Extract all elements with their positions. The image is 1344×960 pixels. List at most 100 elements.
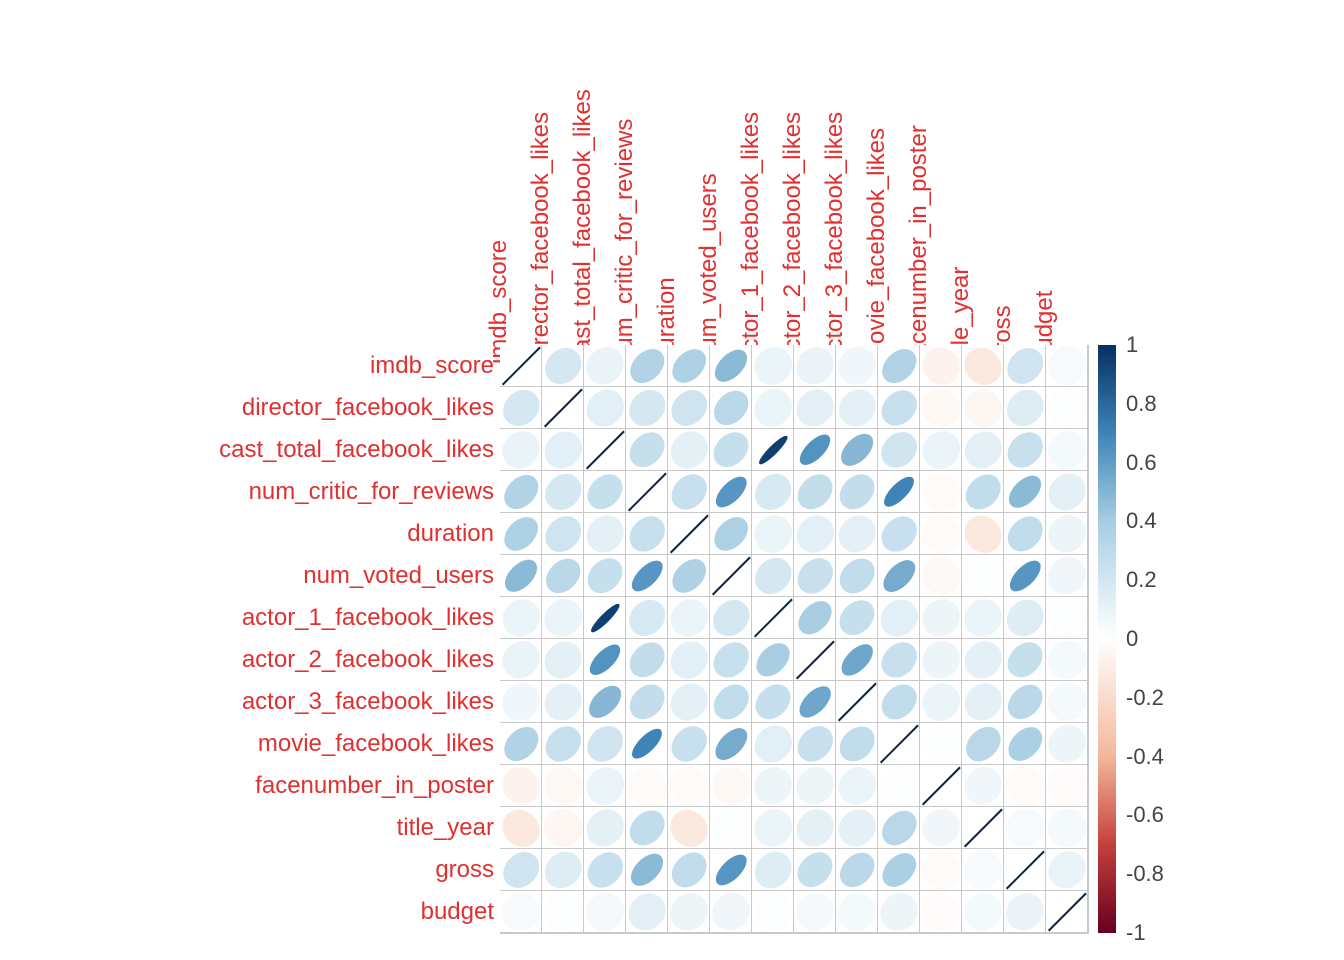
corr-ellipse (707, 384, 755, 432)
corr-ellipse (704, 885, 757, 938)
corr-ellipse (662, 885, 715, 938)
corr-cell (1046, 387, 1088, 429)
corr-cell (542, 513, 584, 555)
column-label: actor_1_facebook_likes (739, 112, 763, 364)
corr-ellipse (620, 759, 674, 813)
corr-ellipse (709, 344, 753, 388)
corr-cell (752, 681, 794, 723)
corr-ellipse (536, 801, 590, 855)
corr-ellipse (830, 885, 884, 939)
corr-cell (500, 765, 542, 807)
corr-cell (584, 807, 626, 849)
corr-ellipse (914, 843, 968, 897)
corr-cell (752, 555, 794, 597)
row-label: cast_total_facebook_likes (0, 438, 494, 462)
corr-ellipse (914, 465, 968, 519)
corr-ellipse (913, 884, 967, 938)
corr-cell (920, 345, 962, 387)
corr-ellipse (746, 339, 799, 392)
corr-cell (878, 765, 920, 807)
diagonal-line (879, 724, 917, 762)
corr-cell (626, 849, 668, 891)
corr-ellipse (706, 635, 755, 684)
corr-cell (794, 555, 836, 597)
corr-ellipse (537, 634, 589, 686)
corr-cell (710, 429, 752, 471)
colorbar-tick-label: 0 (1126, 628, 1138, 650)
corr-cell (626, 345, 668, 387)
corr-cell (584, 681, 626, 723)
corr-cell (542, 471, 584, 513)
corr-cell (626, 555, 668, 597)
corr-ellipse (535, 884, 589, 938)
colorbar-tick-label: -0.4 (1126, 746, 1164, 768)
corr-ellipse (662, 591, 715, 644)
corr-cell (878, 639, 920, 681)
corr-ellipse (788, 885, 842, 939)
corr-ellipse (578, 759, 631, 812)
corr-ellipse (1040, 339, 1094, 393)
corr-ellipse (704, 759, 758, 813)
corr-ellipse (663, 634, 715, 686)
corr-ellipse (879, 472, 918, 511)
corr-cell (836, 849, 878, 891)
corr-cell (542, 765, 584, 807)
corr-ellipse (747, 550, 797, 600)
corr-cell (1004, 891, 1046, 933)
corr-ellipse (746, 759, 799, 812)
corr-cell (752, 471, 794, 513)
corr-cell (1004, 513, 1046, 555)
corr-cell (500, 429, 542, 471)
corr-cell (962, 597, 1004, 639)
corr-cell (500, 513, 542, 555)
corr-cell (836, 807, 878, 849)
corr-ellipse (703, 800, 757, 854)
corr-cell (836, 723, 878, 765)
corr-ellipse (497, 468, 544, 515)
corr-cell (668, 639, 710, 681)
corr-ellipse (537, 466, 587, 516)
colorbar-tick-label: 0.6 (1126, 452, 1157, 474)
corr-ellipse (580, 551, 629, 600)
corr-ellipse (579, 382, 631, 434)
corr-ellipse (1000, 509, 1048, 557)
corr-ellipse (664, 467, 713, 516)
corr-ellipse (1041, 466, 1093, 518)
corr-cell (500, 387, 542, 429)
corr-ellipse (1040, 717, 1093, 770)
corr-ellipse (1000, 425, 1049, 474)
corr-ellipse (874, 383, 923, 432)
colorbar-tick-label: -0.6 (1126, 804, 1164, 826)
corr-ellipse (874, 425, 924, 475)
corr-ellipse (746, 507, 799, 560)
corr-ellipse (959, 720, 1006, 767)
corr-cell (752, 345, 794, 387)
corr-cell (584, 429, 626, 471)
corr-cell (626, 639, 668, 681)
corr-cell (878, 597, 920, 639)
corr-cell (668, 555, 710, 597)
corr-cell (794, 513, 836, 555)
corr-cell (794, 597, 836, 639)
corr-cell (584, 345, 626, 387)
diagonal-line (627, 472, 665, 510)
column-label: actor_2_facebook_likes (781, 112, 805, 364)
corr-cell (920, 597, 962, 639)
corr-cell (710, 639, 752, 681)
corr-cell (836, 681, 878, 723)
corr-ellipse (831, 382, 883, 434)
corr-ellipse (958, 467, 1006, 515)
corr-ellipse (871, 758, 925, 812)
corr-cell (962, 765, 1004, 807)
corr-cell (1046, 807, 1088, 849)
corr-ellipse (627, 724, 666, 763)
corr-ellipse (957, 676, 1009, 728)
row-label: actor_3_facebook_likes (0, 690, 494, 714)
corr-ellipse (539, 552, 587, 600)
diagonal-line (1047, 892, 1085, 930)
corr-ellipse (579, 508, 631, 560)
diagonal-line (963, 808, 1001, 846)
corr-ellipse (790, 845, 839, 894)
corr-ellipse (790, 467, 839, 516)
corr-ellipse (914, 675, 967, 728)
